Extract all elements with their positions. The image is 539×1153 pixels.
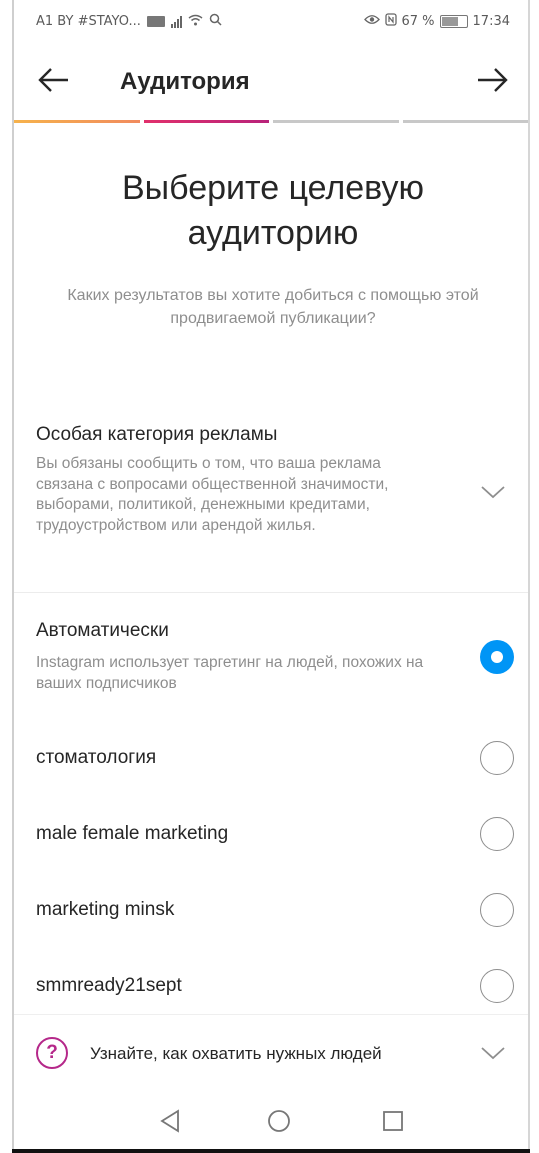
square-recent-icon[interactable]	[378, 1106, 408, 1136]
radio-unselected[interactable]	[480, 893, 514, 927]
learn-more-label: Узнайте, как охватить нужных людей	[90, 1044, 382, 1063]
signal-icon	[170, 15, 182, 28]
progress-step-3	[273, 120, 399, 123]
audience-heading: Выберите целевую аудиторию	[122, 169, 424, 252]
audience-option[interactable]: smmready21sept	[14, 956, 528, 1018]
battery-icon	[439, 15, 468, 28]
audience-option-automatic[interactable]: Автоматически Instagram использует тарге…	[14, 608, 528, 708]
option-label: marketing minsk	[36, 899, 175, 920]
option-description: Instagram использует таргетинг на людей,…	[36, 654, 424, 692]
next-button[interactable]	[472, 60, 512, 100]
volte-icon	[146, 16, 165, 27]
progress-step-2	[143, 120, 269, 123]
page-title: Аудитория	[120, 68, 250, 95]
special-category-row[interactable]: Особая категория рекламы Вы обязаны сооб…	[14, 410, 528, 590]
arrow-right-icon	[478, 68, 508, 92]
option-label: стоматология	[36, 747, 157, 768]
option-label: smmready21sept	[36, 975, 182, 996]
status-right: 67 % 17:34	[363, 13, 510, 30]
arrow-left-icon	[38, 68, 68, 92]
option-label: male female marketing	[36, 823, 229, 844]
audience-option[interactable]: стоматология	[14, 728, 528, 790]
progress-step-1	[14, 120, 140, 123]
option-label: Автоматически	[36, 620, 169, 641]
radio-selected[interactable]	[480, 640, 514, 674]
triangle-back-icon[interactable]	[156, 1106, 186, 1136]
clock: 17:34	[472, 14, 510, 29]
radio-unselected[interactable]	[480, 741, 514, 775]
eye-icon	[363, 14, 380, 29]
carrier-text: A1 BY #STAYO...	[36, 14, 141, 29]
radio-unselected[interactable]	[480, 969, 514, 1003]
wifi-icon	[188, 14, 203, 30]
audience-option[interactable]: marketing minsk	[14, 880, 528, 942]
audience-subtitle: Каких результатов вы хотите добиться с п…	[67, 287, 479, 327]
app-header: Аудитория	[14, 44, 528, 120]
status-left: A1 BY #STAYO...	[36, 13, 222, 30]
status-bar: A1 BY #STAYO... 67 % 17:34	[14, 0, 528, 44]
special-category-title: Особая категория рекламы	[36, 424, 278, 445]
radio-unselected[interactable]	[480, 817, 514, 851]
phone-screen: A1 BY #STAYO... 67 % 17:34 Аудитория Выб…	[12, 0, 530, 1149]
battery-percent: 67 %	[401, 14, 435, 29]
system-nav-bar	[14, 1094, 528, 1149]
chevron-down-icon[interactable]	[480, 484, 506, 500]
progress-step-4	[402, 120, 528, 123]
audience-option[interactable]: male female marketing	[14, 804, 528, 866]
divider	[14, 592, 528, 593]
question-circle-icon: ?	[36, 1037, 68, 1069]
search-status-icon	[209, 13, 222, 30]
circle-home-icon[interactable]	[264, 1106, 294, 1136]
nfc-icon	[384, 13, 397, 30]
back-button[interactable]	[34, 60, 74, 100]
frame-bottom-edge	[12, 1149, 530, 1153]
learn-more-row[interactable]: ? Узнайте, как охватить нужных людей	[14, 1014, 528, 1095]
step-progress	[14, 120, 528, 124]
special-category-description: Вы обязаны сообщить о том, что ваша рекл…	[36, 455, 389, 534]
chevron-down-icon[interactable]	[480, 1045, 506, 1061]
